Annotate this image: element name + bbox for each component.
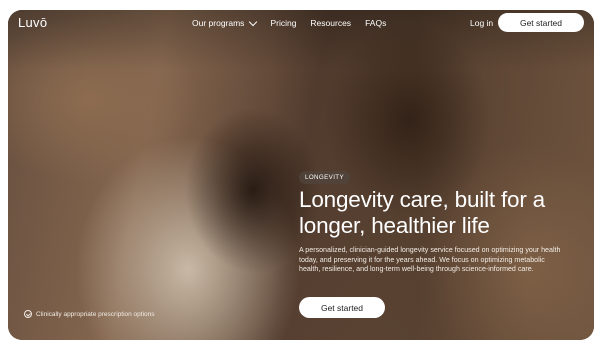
chevron-down-icon bbox=[249, 17, 258, 26]
nav-item-label: Pricing bbox=[270, 18, 297, 28]
get-started-button-hero[interactable]: Get started bbox=[299, 297, 385, 318]
nav-item-pricing[interactable]: Pricing bbox=[270, 18, 296, 28]
nav-item-label: Resources bbox=[310, 18, 352, 28]
top-navigation: Luvō Our programs Pricing Resources FAQs… bbox=[8, 10, 594, 38]
category-badge: LONGEVITY bbox=[299, 171, 351, 184]
brand-logo[interactable]: Luvō bbox=[18, 15, 47, 30]
hero-headline: Longevity care, built for a longer, heal… bbox=[299, 187, 545, 238]
hero-section: Luvō Our programs Pricing Resources FAQs… bbox=[8, 10, 594, 340]
nav-item-our-programs[interactable]: Our programs bbox=[192, 17, 258, 28]
prescription-note: Clinically appropriate prescription opti… bbox=[24, 310, 155, 318]
prescription-note-text: Clinically appropriate prescription opti… bbox=[36, 310, 155, 318]
hero-description: A personalized, clinician-guided longevi… bbox=[299, 246, 561, 273]
nav-item-label: FAQs bbox=[365, 18, 387, 28]
get-started-button-nav[interactable]: Get started bbox=[498, 13, 584, 32]
nav-item-resources[interactable]: Resources bbox=[310, 18, 351, 28]
nav-item-label: Our programs bbox=[192, 18, 245, 28]
nav-links: Our programs Pricing Resources FAQs bbox=[192, 17, 386, 28]
login-link[interactable]: Log in bbox=[470, 18, 493, 28]
nav-item-faqs[interactable]: FAQs bbox=[365, 18, 386, 28]
check-circle-icon bbox=[24, 310, 32, 318]
